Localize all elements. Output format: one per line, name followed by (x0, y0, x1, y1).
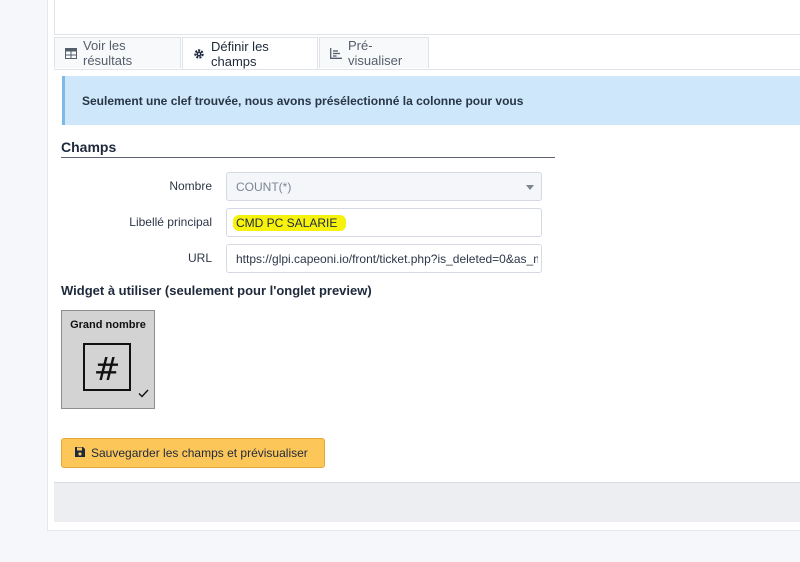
hash-icon: # (83, 343, 131, 391)
info-alert: Seulement une clef trouvée, nous avons p… (62, 76, 800, 125)
libelle-input[interactable]: CMD PC SALARIE (226, 208, 542, 237)
tab-bar: Voir les résultats Définir les champs Pr… (54, 37, 800, 70)
chart-icon (330, 47, 342, 59)
widget-title: Widget à utiliser (seulement pour l'ongl… (61, 283, 372, 298)
section-title: Champs (61, 139, 555, 158)
nombre-value: COUNT(*) (236, 179, 292, 194)
widget-option-grand-nombre[interactable]: Grand nombre # (61, 310, 155, 409)
alert-text: Seulement une clef trouvée, nous avons p… (82, 93, 524, 108)
tab-label: Pré-visualiser (348, 38, 403, 68)
nombre-label: Nombre (169, 179, 212, 193)
table-icon (65, 47, 77, 59)
tab-definir-champs[interactable]: Définir les champs (182, 37, 318, 69)
save-button-label: Sauvegarder les champs et prévisualiser (91, 446, 308, 460)
libelle-value: CMD PC SALARIE (233, 214, 347, 231)
tab-label: Voir les résultats (83, 38, 133, 68)
top-card (54, 0, 800, 35)
url-label: URL (187, 251, 212, 265)
libelle-label: Libellé principal (129, 215, 212, 229)
url-value: https://glpi.capeoni.io/front/ticket.php… (236, 251, 538, 266)
url-input[interactable]: https://glpi.capeoni.io/front/ticket.php… (226, 244, 542, 273)
check-icon (138, 385, 149, 403)
hash-glyph: # (94, 350, 121, 388)
gear-icon (193, 48, 205, 60)
tab-pre-visualiser[interactable]: Pré-visualiser (319, 37, 429, 68)
save-button[interactable]: Sauvegarder les champs et prévisualiser (61, 438, 325, 468)
widget-option-label: Grand nombre (70, 319, 146, 331)
caret-down-icon (526, 185, 534, 190)
nombre-select[interactable]: COUNT(*) (226, 172, 542, 201)
tab-voir-resultats[interactable]: Voir les résultats (54, 37, 181, 68)
floppy-disk-icon (74, 446, 86, 461)
card-footer (54, 482, 800, 522)
tab-label: Définir les champs (211, 38, 269, 69)
